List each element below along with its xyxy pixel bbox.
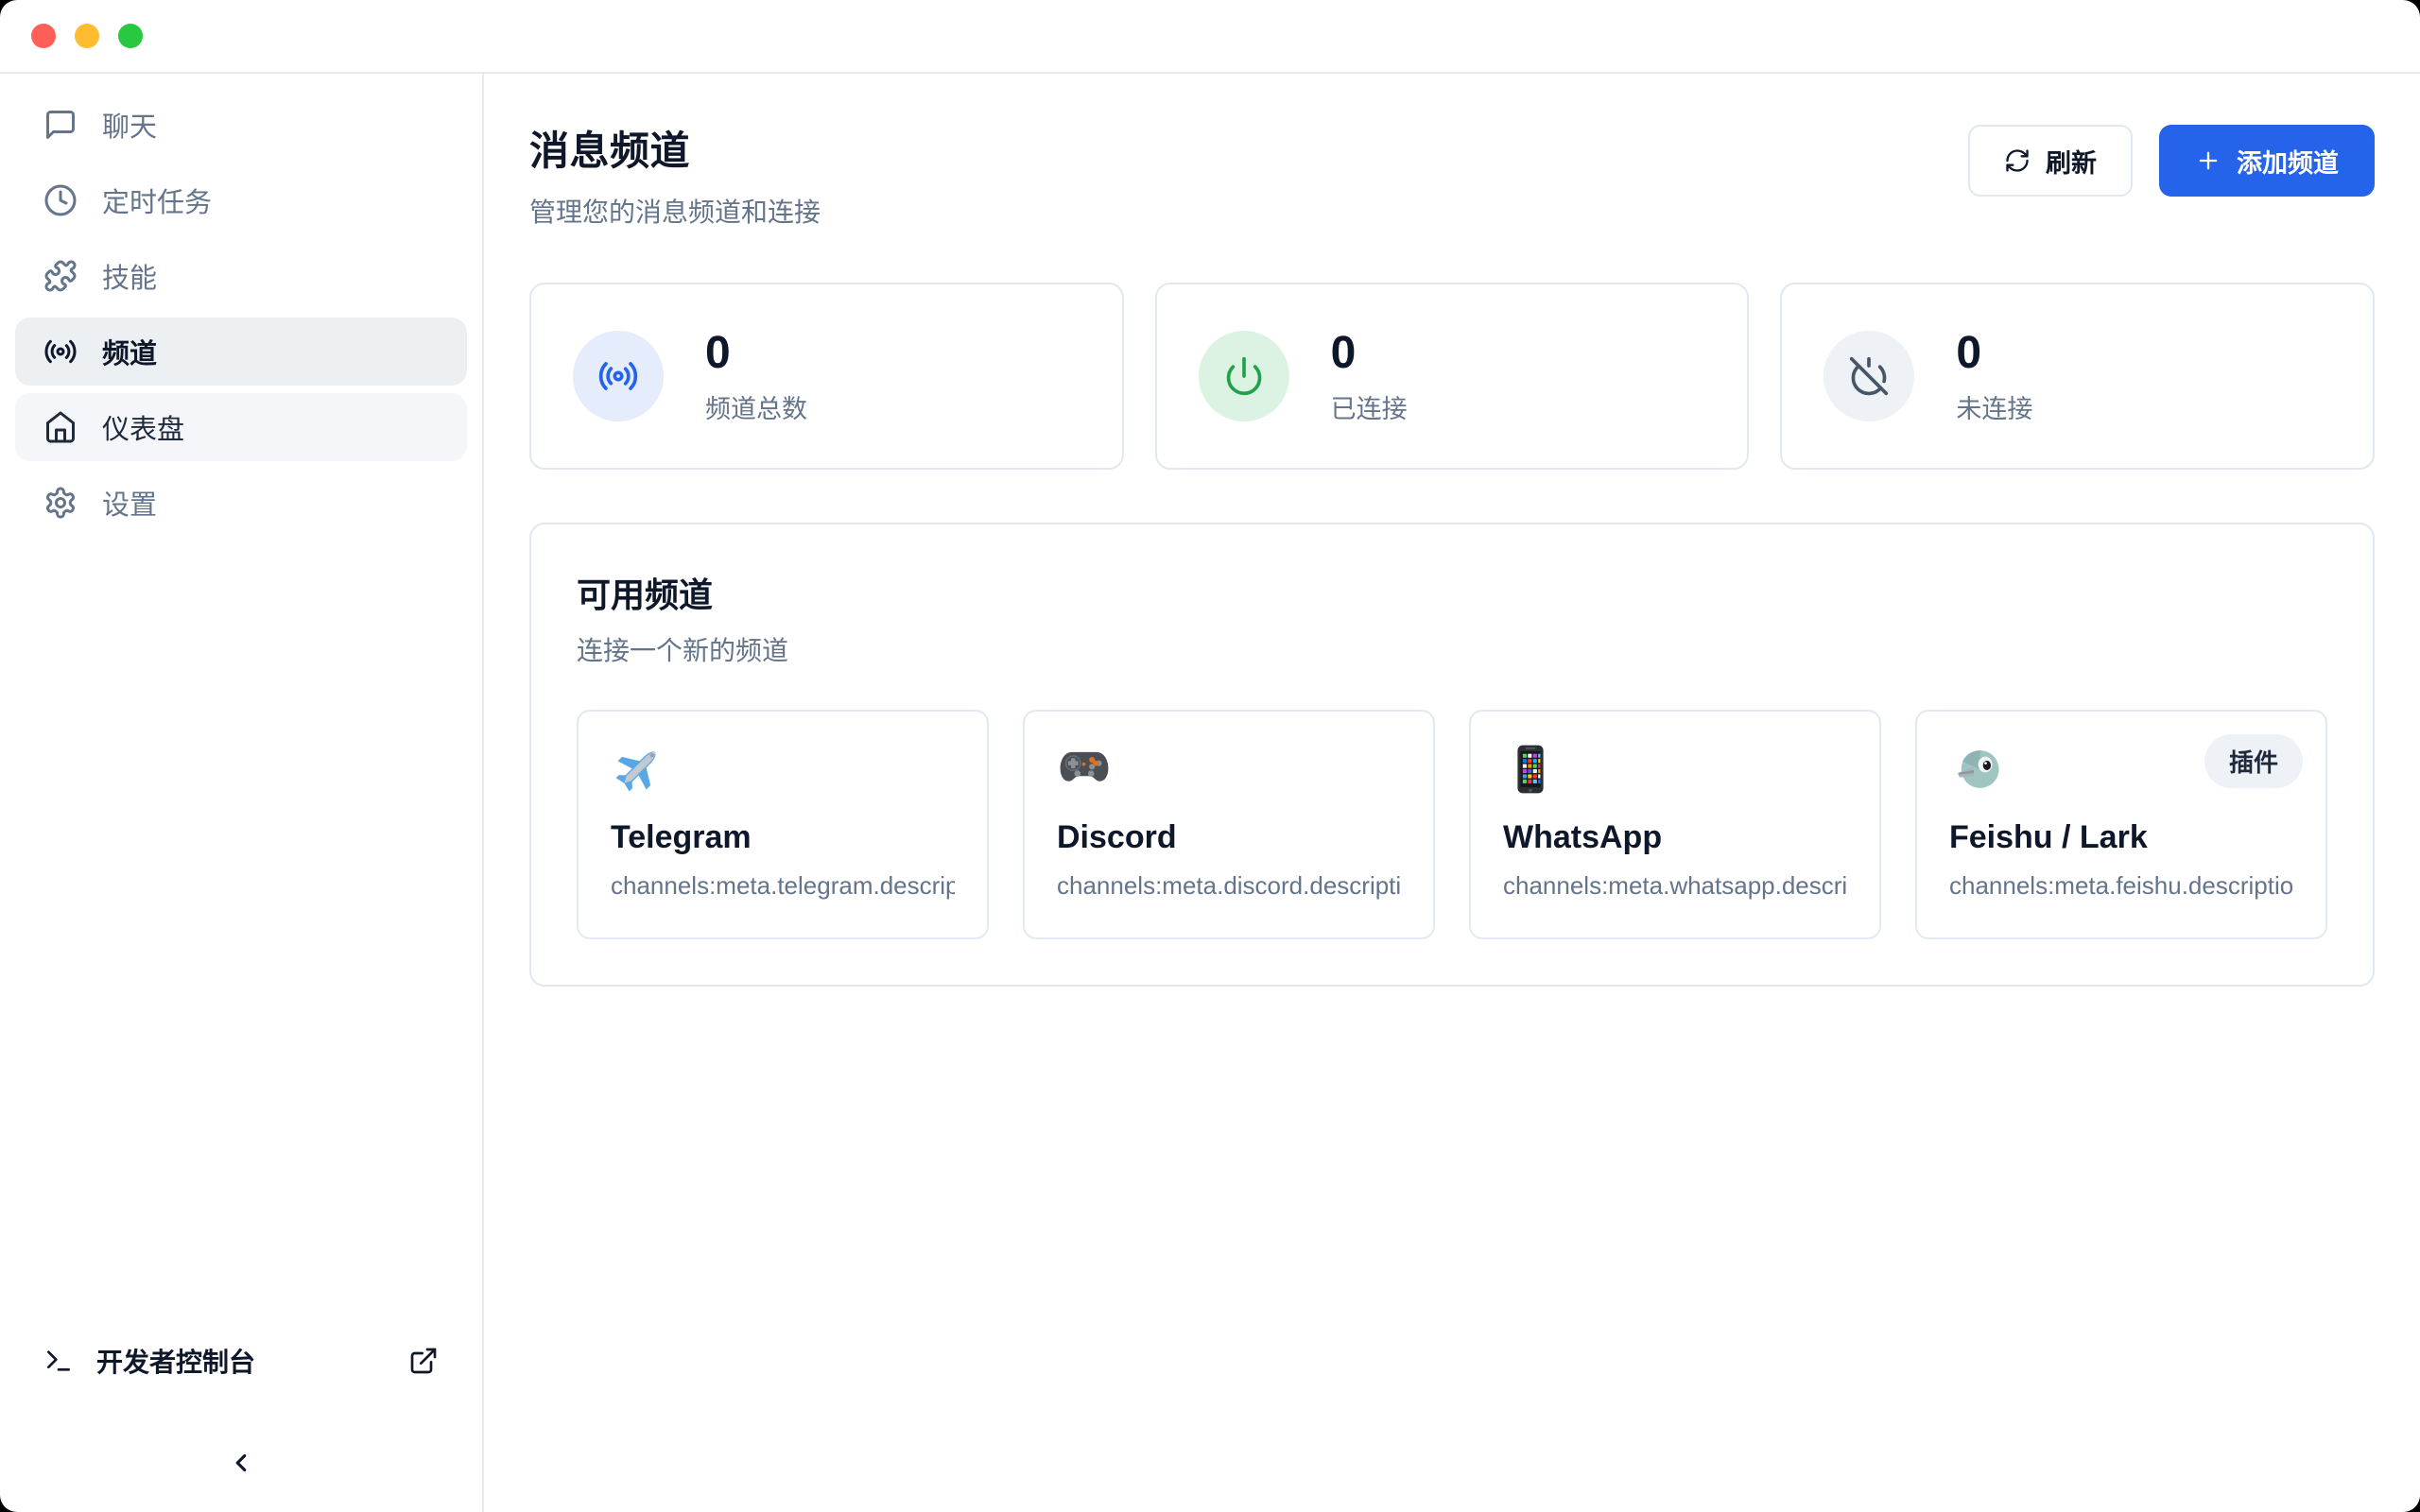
sidebar-item-label: 设置 <box>102 483 157 523</box>
terminal-icon <box>43 1346 74 1376</box>
main-content: 消息频道 管理您的消息频道和连接 刷新 添加频道 <box>484 74 2420 1512</box>
refresh-button-label: 刷新 <box>2046 143 2097 180</box>
channel-name: WhatsApp <box>1503 819 1847 856</box>
sidebar-item-scheduled-tasks[interactable]: 定时任务 <box>15 166 467 234</box>
channel-card-feishu[interactable]: 插件 Feishu / L <box>1915 710 2327 939</box>
bird-emoji <box>1949 742 2004 797</box>
sidebar-item-label: 技能 <box>102 256 157 296</box>
stat-value: 0 <box>1331 327 1408 379</box>
stat-label: 未连接 <box>1956 388 2032 425</box>
stat-label: 已连接 <box>1331 388 1408 425</box>
channel-description: channels:meta.whatsapp.description <box>1503 871 1847 901</box>
channel-card-telegram[interactable]: Telegram channels:meta.telegram.descript… <box>577 710 989 939</box>
channel-name: Feishu / Lark <box>1949 819 2293 856</box>
sidebar-item-channels[interactable]: 频道 <box>15 318 467 386</box>
power-off-icon <box>1824 331 1914 421</box>
sidebar-item-dashboard[interactable]: 仪表盘 <box>15 393 467 461</box>
channel-card-whatsapp[interactable]: WhatsApp channels:meta.whatsapp.descript… <box>1469 710 1881 939</box>
sidebar-item-label: 频道 <box>102 332 157 371</box>
channel-grid: Telegram channels:meta.telegram.descript… <box>577 710 2327 939</box>
developer-console-label: 开发者控制台 <box>96 1342 255 1380</box>
refresh-button[interactable]: 刷新 <box>1968 125 2133 197</box>
sidebar-collapse-button[interactable] <box>15 1433 467 1493</box>
close-window-button[interactable] <box>31 24 56 48</box>
section-title: 可用频道 <box>577 568 2327 617</box>
minimize-window-button[interactable] <box>75 24 99 48</box>
mobile-phone-emoji <box>1503 742 1558 797</box>
app-window: 聊天 定时任务 技能 频道 <box>0 0 2420 1512</box>
channel-name: Discord <box>1057 819 1401 856</box>
page-header: 消息频道 管理您的消息频道和连接 刷新 添加频道 <box>529 119 2375 230</box>
chevron-left-icon <box>227 1449 255 1477</box>
channel-description: channels:meta.telegram.description <box>611 871 955 901</box>
sidebar-item-skills[interactable]: 技能 <box>15 242 467 310</box>
section-subtitle: 连接一个新的频道 <box>577 630 2327 668</box>
channel-description: channels:meta.discord.description <box>1057 871 1401 901</box>
channel-name: Telegram <box>611 819 955 856</box>
radio-icon <box>573 331 664 421</box>
channel-card-discord[interactable]: Discord channels:meta.discord.descriptio… <box>1023 710 1435 939</box>
sidebar-item-label: 定时任务 <box>102 180 212 220</box>
titlebar <box>0 0 2420 74</box>
puzzle-icon <box>43 259 78 293</box>
developer-console-button[interactable]: 开发者控制台 <box>15 1327 467 1395</box>
message-square-icon <box>43 108 78 142</box>
airplane-emoji <box>611 742 666 797</box>
sidebar-spacer <box>15 544 467 1327</box>
sidebar-item-chat[interactable]: 聊天 <box>15 91 467 159</box>
add-channel-button-label: 添加频道 <box>2237 143 2339 180</box>
stat-value: 0 <box>1956 327 2032 379</box>
zoom-window-button[interactable] <box>118 24 143 48</box>
stat-card-connected: 0 已连接 <box>1155 283 1750 470</box>
channel-description: channels:meta.feishu.description <box>1949 871 2293 901</box>
radio-icon <box>43 335 78 369</box>
gear-icon <box>43 486 78 520</box>
stats-row: 0 频道总数 0 已连接 <box>529 283 2375 470</box>
sidebar-item-label: 仪表盘 <box>102 407 184 447</box>
refresh-icon <box>2004 147 2031 174</box>
plugin-badge: 插件 <box>2204 734 2303 788</box>
plus-icon <box>2195 147 2221 174</box>
stat-card-total-channels: 0 频道总数 <box>529 283 1124 470</box>
stat-card-disconnected: 0 未连接 <box>1780 283 2375 470</box>
stat-label: 频道总数 <box>705 388 807 425</box>
sidebar-item-settings[interactable]: 设置 <box>15 469 467 537</box>
external-link-icon[interactable] <box>408 1346 439 1376</box>
home-icon <box>43 410 78 444</box>
available-channels-section: 可用频道 连接一个新的频道 <box>529 523 2375 987</box>
clock-icon <box>43 183 78 217</box>
power-icon <box>1199 331 1289 421</box>
page-subtitle: 管理您的消息频道和连接 <box>529 192 821 230</box>
stat-value: 0 <box>705 327 807 379</box>
sidebar: 聊天 定时任务 技能 频道 <box>0 74 484 1512</box>
sidebar-item-label: 聊天 <box>102 105 157 145</box>
traffic-lights <box>31 24 143 48</box>
add-channel-button[interactable]: 添加频道 <box>2159 125 2375 197</box>
game-controller-emoji <box>1057 742 1112 797</box>
page-title: 消息频道 <box>529 119 821 177</box>
